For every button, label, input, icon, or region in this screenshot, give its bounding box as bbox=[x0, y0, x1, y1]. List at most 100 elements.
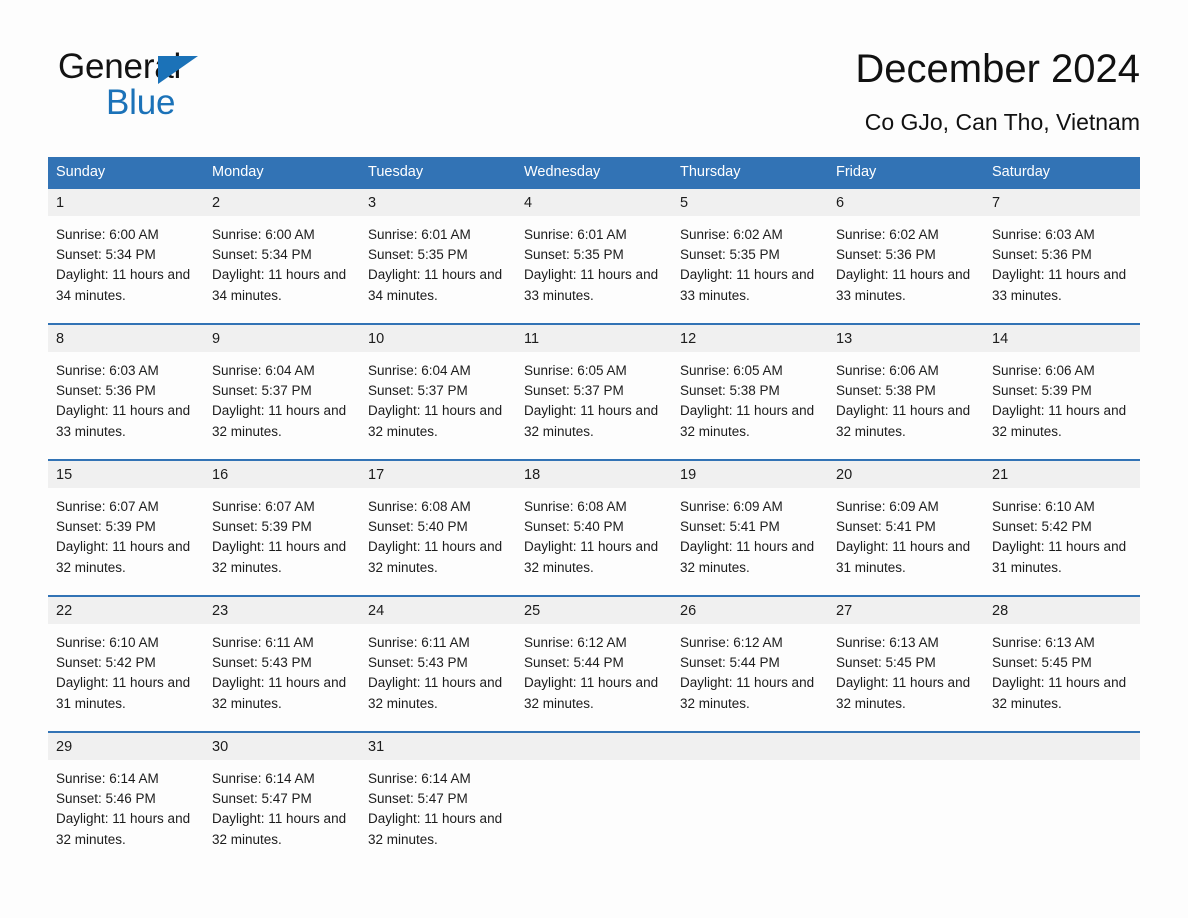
daylight-text: Daylight: 11 hours and 31 minutes. bbox=[836, 539, 971, 575]
day-details-row: Sunrise: 6:10 AM Sunset: 5:42 PM Dayligh… bbox=[48, 624, 1140, 731]
sunrise-text: Sunrise: 6:01 AM bbox=[524, 227, 627, 242]
day-cell[interactable]: Sunrise: 6:01 AM Sunset: 5:35 PM Dayligh… bbox=[360, 216, 516, 323]
day-number[interactable]: 19 bbox=[672, 461, 828, 488]
sunrise-text: Sunrise: 6:14 AM bbox=[212, 771, 315, 786]
day-cell[interactable]: Sunrise: 6:02 AM Sunset: 5:35 PM Dayligh… bbox=[672, 216, 828, 323]
calendar-page: General Blue December 2024 Co GJo, Can T… bbox=[0, 0, 1188, 918]
day-details-row: Sunrise: 6:07 AM Sunset: 5:39 PM Dayligh… bbox=[48, 488, 1140, 595]
daylight-text: Daylight: 11 hours and 32 minutes. bbox=[992, 403, 1127, 439]
day-cell[interactable]: Sunrise: 6:05 AM Sunset: 5:38 PM Dayligh… bbox=[672, 352, 828, 459]
day-number[interactable]: 13 bbox=[828, 325, 984, 352]
day-number[interactable]: 24 bbox=[360, 597, 516, 624]
day-number[interactable]: 11 bbox=[516, 325, 672, 352]
day-number[interactable]: 14 bbox=[984, 325, 1140, 352]
day-cell[interactable]: Sunrise: 6:09 AM Sunset: 5:41 PM Dayligh… bbox=[672, 488, 828, 595]
day-cell[interactable]: Sunrise: 6:09 AM Sunset: 5:41 PM Dayligh… bbox=[828, 488, 984, 595]
day-cell[interactable]: Sunrise: 6:10 AM Sunset: 5:42 PM Dayligh… bbox=[48, 624, 204, 731]
day-number[interactable]: 21 bbox=[984, 461, 1140, 488]
sunset-text: Sunset: 5:34 PM bbox=[212, 247, 312, 263]
day-number[interactable]: 20 bbox=[828, 461, 984, 488]
date-number-band: 29 30 31 bbox=[48, 733, 1140, 760]
day-number[interactable]: 7 bbox=[984, 189, 1140, 216]
sunrise-text: Sunrise: 6:04 AM bbox=[368, 363, 471, 378]
page-subtitle-location: Co GJo, Can Tho, Vietnam bbox=[864, 109, 1140, 135]
sunset-text: Sunset: 5:39 PM bbox=[56, 519, 156, 535]
day-cell[interactable]: Sunrise: 6:02 AM Sunset: 5:36 PM Dayligh… bbox=[828, 216, 984, 323]
day-number[interactable]: 31 bbox=[360, 733, 516, 760]
day-cell[interactable]: Sunrise: 6:14 AM Sunset: 5:47 PM Dayligh… bbox=[360, 760, 516, 867]
daylight-text: Daylight: 11 hours and 33 minutes. bbox=[992, 267, 1127, 303]
day-cell[interactable]: Sunrise: 6:14 AM Sunset: 5:46 PM Dayligh… bbox=[48, 760, 204, 867]
sunset-text: Sunset: 5:47 PM bbox=[212, 791, 312, 807]
day-number[interactable]: 10 bbox=[360, 325, 516, 352]
day-number[interactable]: 26 bbox=[672, 597, 828, 624]
day-number[interactable]: 18 bbox=[516, 461, 672, 488]
day-number[interactable]: 1 bbox=[48, 189, 204, 216]
weekday-header-wednesday: Wednesday bbox=[524, 164, 601, 180]
day-number[interactable]: 2 bbox=[204, 189, 360, 216]
calendar-table: Sunday Monday Tuesday Wednesday Thursday… bbox=[48, 157, 1140, 867]
day-cell[interactable]: Sunrise: 6:03 AM Sunset: 5:36 PM Dayligh… bbox=[984, 216, 1140, 323]
day-details-row: Sunrise: 6:14 AM Sunset: 5:46 PM Dayligh… bbox=[48, 760, 1140, 867]
day-cell[interactable]: Sunrise: 6:07 AM Sunset: 5:39 PM Dayligh… bbox=[48, 488, 204, 595]
sunset-text: Sunset: 5:44 PM bbox=[680, 655, 780, 671]
sunset-text: Sunset: 5:40 PM bbox=[368, 519, 468, 535]
day-cell[interactable]: Sunrise: 6:08 AM Sunset: 5:40 PM Dayligh… bbox=[516, 488, 672, 595]
day-number[interactable]: 27 bbox=[828, 597, 984, 624]
page-header: General Blue December 2024 Co GJo, Can T… bbox=[48, 44, 1140, 154]
day-number[interactable]: 16 bbox=[204, 461, 360, 488]
day-number[interactable]: 9 bbox=[204, 325, 360, 352]
daylight-text: Daylight: 11 hours and 32 minutes. bbox=[992, 675, 1127, 711]
day-number[interactable]: 3 bbox=[360, 189, 516, 216]
weekday-header-monday: Monday bbox=[212, 164, 264, 180]
day-cell[interactable]: Sunrise: 6:11 AM Sunset: 5:43 PM Dayligh… bbox=[204, 624, 360, 731]
day-cell[interactable]: Sunrise: 6:12 AM Sunset: 5:44 PM Dayligh… bbox=[672, 624, 828, 731]
daylight-text: Daylight: 11 hours and 33 minutes. bbox=[524, 267, 659, 303]
sunrise-text: Sunrise: 6:02 AM bbox=[836, 227, 939, 242]
sunrise-text: Sunrise: 6:11 AM bbox=[368, 635, 470, 650]
day-cell[interactable]: Sunrise: 6:11 AM Sunset: 5:43 PM Dayligh… bbox=[360, 624, 516, 731]
day-cell[interactable]: Sunrise: 6:04 AM Sunset: 5:37 PM Dayligh… bbox=[204, 352, 360, 459]
day-number[interactable]: 23 bbox=[204, 597, 360, 624]
sunset-text: Sunset: 5:37 PM bbox=[368, 383, 468, 399]
day-number[interactable]: 15 bbox=[48, 461, 204, 488]
day-cell[interactable]: Sunrise: 6:13 AM Sunset: 5:45 PM Dayligh… bbox=[828, 624, 984, 731]
day-number[interactable]: 6 bbox=[828, 189, 984, 216]
sunrise-text: Sunrise: 6:12 AM bbox=[680, 635, 783, 650]
day-cell[interactable]: Sunrise: 6:04 AM Sunset: 5:37 PM Dayligh… bbox=[360, 352, 516, 459]
daylight-text: Daylight: 11 hours and 32 minutes. bbox=[56, 811, 191, 847]
sunrise-text: Sunrise: 6:03 AM bbox=[992, 227, 1095, 242]
day-cell[interactable]: Sunrise: 6:07 AM Sunset: 5:39 PM Dayligh… bbox=[204, 488, 360, 595]
day-number[interactable]: 12 bbox=[672, 325, 828, 352]
sunrise-text: Sunrise: 6:11 AM bbox=[212, 635, 314, 650]
day-cell[interactable]: Sunrise: 6:06 AM Sunset: 5:38 PM Dayligh… bbox=[828, 352, 984, 459]
day-cell[interactable]: Sunrise: 6:08 AM Sunset: 5:40 PM Dayligh… bbox=[360, 488, 516, 595]
title-block: December 2024 Co GJo, Can Tho, Vietnam bbox=[855, 44, 1140, 136]
daylight-text: Daylight: 11 hours and 34 minutes. bbox=[368, 267, 503, 303]
sunset-text: Sunset: 5:42 PM bbox=[992, 519, 1092, 535]
day-number[interactable]: 29 bbox=[48, 733, 204, 760]
week-row: 15 16 17 18 19 20 21 Sunrise: 6:07 AM Su… bbox=[48, 459, 1140, 595]
sunrise-text: Sunrise: 6:14 AM bbox=[368, 771, 471, 786]
day-number[interactable]: 22 bbox=[48, 597, 204, 624]
day-cell[interactable]: Sunrise: 6:06 AM Sunset: 5:39 PM Dayligh… bbox=[984, 352, 1140, 459]
day-number[interactable]: 17 bbox=[360, 461, 516, 488]
day-number[interactable]: 4 bbox=[516, 189, 672, 216]
day-number[interactable]: 25 bbox=[516, 597, 672, 624]
day-number[interactable]: 28 bbox=[984, 597, 1140, 624]
day-cell[interactable]: Sunrise: 6:05 AM Sunset: 5:37 PM Dayligh… bbox=[516, 352, 672, 459]
day-cell[interactable]: Sunrise: 6:12 AM Sunset: 5:44 PM Dayligh… bbox=[516, 624, 672, 731]
day-number[interactable]: 30 bbox=[204, 733, 360, 760]
daylight-text: Daylight: 11 hours and 33 minutes. bbox=[680, 267, 815, 303]
sunset-text: Sunset: 5:42 PM bbox=[56, 655, 156, 671]
day-number[interactable]: 5 bbox=[672, 189, 828, 216]
day-number[interactable]: 8 bbox=[48, 325, 204, 352]
day-cell[interactable]: Sunrise: 6:10 AM Sunset: 5:42 PM Dayligh… bbox=[984, 488, 1140, 595]
day-cell[interactable]: Sunrise: 6:00 AM Sunset: 5:34 PM Dayligh… bbox=[48, 216, 204, 323]
day-cell[interactable]: Sunrise: 6:03 AM Sunset: 5:36 PM Dayligh… bbox=[48, 352, 204, 459]
day-cell[interactable]: Sunrise: 6:01 AM Sunset: 5:35 PM Dayligh… bbox=[516, 216, 672, 323]
daylight-text: Daylight: 11 hours and 31 minutes. bbox=[992, 539, 1127, 575]
day-cell[interactable]: Sunrise: 6:13 AM Sunset: 5:45 PM Dayligh… bbox=[984, 624, 1140, 731]
day-cell[interactable]: Sunrise: 6:14 AM Sunset: 5:47 PM Dayligh… bbox=[204, 760, 360, 867]
day-cell[interactable]: Sunrise: 6:00 AM Sunset: 5:34 PM Dayligh… bbox=[204, 216, 360, 323]
